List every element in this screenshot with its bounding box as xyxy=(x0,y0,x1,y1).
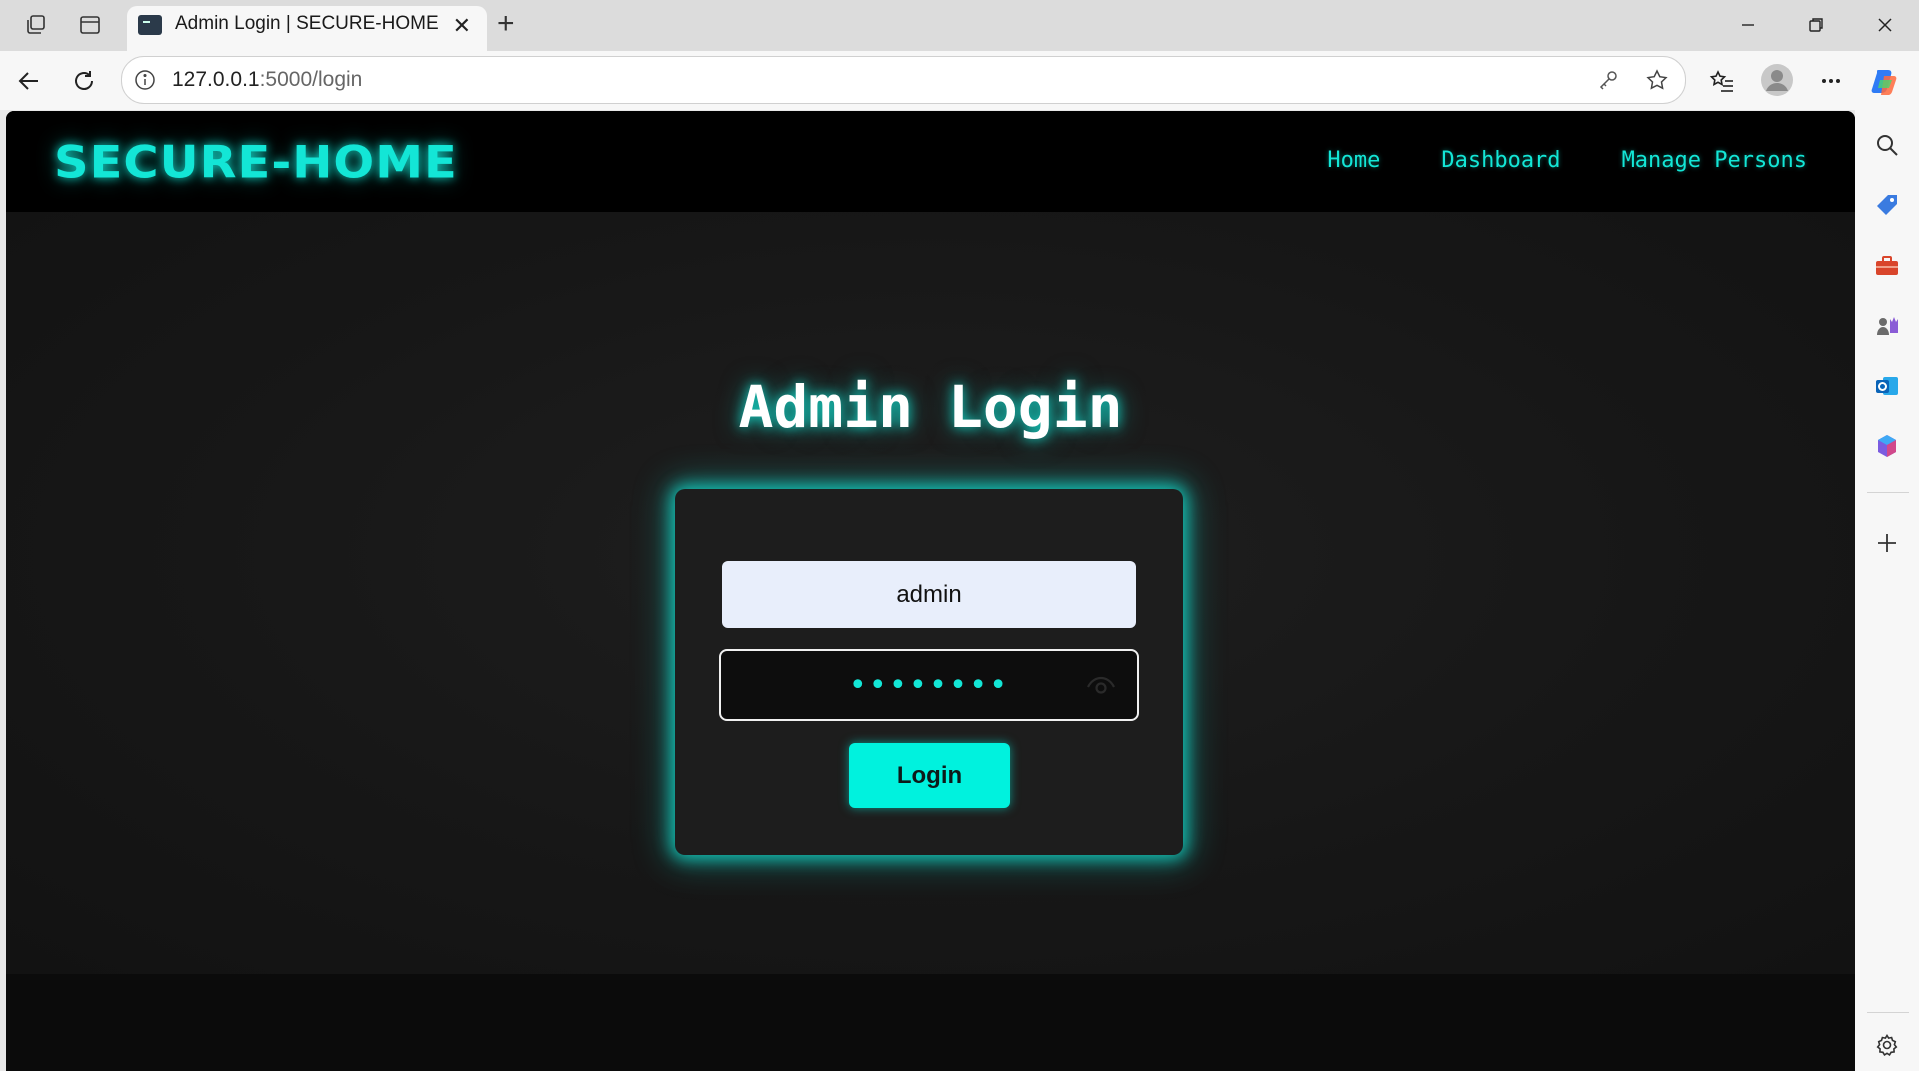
eye-icon[interactable] xyxy=(1085,673,1117,697)
url-path: :5000/login xyxy=(259,68,363,91)
page-viewport: SECURE-HOME Home Dashboard Manage Person… xyxy=(6,111,1855,1071)
key-icon[interactable] xyxy=(1595,67,1621,93)
sidebar-divider xyxy=(1867,492,1909,493)
terminal-favicon-icon xyxy=(138,15,162,35)
games-icon[interactable] xyxy=(1871,310,1903,342)
site-brand-logo[interactable]: SECURE-HOME xyxy=(54,137,458,189)
microsoft365-icon[interactable] xyxy=(1871,430,1903,462)
username-input[interactable] xyxy=(722,561,1136,628)
site-navbar: SECURE-HOME Home Dashboard Manage Person… xyxy=(6,111,1855,212)
nav-link-home[interactable]: Home xyxy=(1327,148,1380,173)
site-nav-links: Home Dashboard Manage Persons xyxy=(1327,148,1807,173)
browser-toolbar: 127.0.0.1:5000/login xyxy=(0,51,1919,110)
password-field[interactable] xyxy=(719,649,1139,721)
toolbox-icon[interactable] xyxy=(1871,250,1903,282)
edge-sidebar xyxy=(1855,110,1919,1071)
minimize-icon[interactable] xyxy=(1721,10,1775,40)
sidebar-divider-bottom xyxy=(1867,1012,1909,1013)
password-input[interactable] xyxy=(721,651,1137,719)
info-icon[interactable] xyxy=(132,67,158,93)
refresh-icon[interactable] xyxy=(68,65,100,97)
url-host: 127.0.0.1 xyxy=(172,68,260,91)
browser-tab-strip: Admin Login | SECURE-HOME ✕ + xyxy=(0,0,1919,51)
page-title: Admin Login xyxy=(738,373,1123,441)
favorites-list-icon[interactable] xyxy=(1706,65,1738,97)
tab-close-icon[interactable]: ✕ xyxy=(453,15,471,37)
search-icon[interactable] xyxy=(1871,129,1903,161)
nav-link-manage-persons[interactable]: Manage Persons xyxy=(1622,148,1807,173)
login-button[interactable]: Login xyxy=(849,743,1010,808)
nav-link-dashboard[interactable]: Dashboard xyxy=(1441,148,1560,173)
tag-icon[interactable] xyxy=(1871,189,1903,221)
outlook-icon[interactable] xyxy=(1871,370,1903,402)
restore-icon[interactable] xyxy=(1789,10,1843,40)
tab-title: Admin Login | SECURE-HOME xyxy=(175,13,439,34)
star-icon[interactable] xyxy=(1644,67,1670,93)
page-footer xyxy=(6,974,1855,1071)
profile-avatar-icon[interactable] xyxy=(1760,63,1794,97)
url-text[interactable]: 127.0.0.1:5000/login xyxy=(172,68,362,92)
vertical-tabs-icon[interactable] xyxy=(77,12,103,38)
active-tab[interactable]: Admin Login | SECURE-HOME ✕ xyxy=(127,6,487,51)
close-window-icon[interactable] xyxy=(1858,10,1912,40)
new-tab-icon[interactable]: + xyxy=(497,6,515,42)
tab-actions-icon[interactable] xyxy=(23,12,49,38)
login-form: Login xyxy=(675,489,1183,855)
plus-icon[interactable] xyxy=(1871,527,1903,559)
back-arrow-icon[interactable] xyxy=(13,65,45,97)
address-bar[interactable]: 127.0.0.1:5000/login xyxy=(121,56,1686,104)
copilot-icon[interactable] xyxy=(1869,65,1901,97)
more-icon[interactable] xyxy=(1815,65,1847,97)
gear-icon[interactable] xyxy=(1871,1029,1903,1061)
